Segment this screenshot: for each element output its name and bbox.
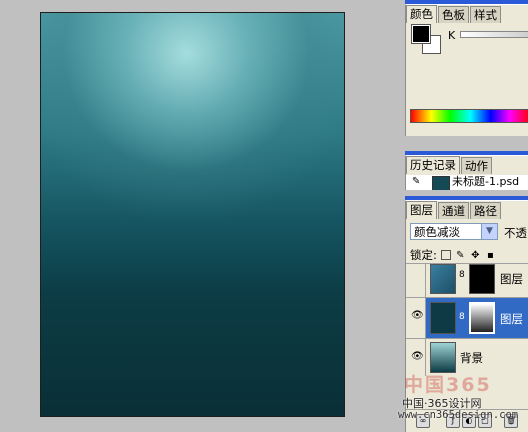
lock-label: 锁定: <box>410 248 437 262</box>
tab-layers[interactable]: 图层 <box>406 201 437 219</box>
k-channel-slider[interactable] <box>460 31 528 38</box>
color-panel: 颜色 色板 样式 K <box>405 4 528 136</box>
snapshot-label: 未标题-1.psd <box>452 175 520 188</box>
document-canvas[interactable] <box>40 12 345 417</box>
lock-transparency-icon[interactable] <box>440 250 451 260</box>
tab-actions[interactable]: 动作 <box>461 157 492 174</box>
layer-row-selected[interactable]: 👁 8 图层 <box>406 297 528 338</box>
snapshot-thumbnail <box>432 176 450 190</box>
history-snapshot-row[interactable]: ✎ 未标题-1.psd <box>406 175 528 190</box>
layer-name[interactable]: 图层 <box>500 311 523 327</box>
eye-icon: 👁 <box>411 310 424 321</box>
history-panel-tabs: 历史记录 动作 <box>406 156 528 174</box>
layer-thumbnail <box>430 264 456 294</box>
chevron-down-icon[interactable]: ▼ <box>481 224 497 239</box>
link-icon[interactable]: 8 <box>459 312 465 322</box>
layer-thumbnail <box>430 302 456 334</box>
watermark-logo: 中国365 <box>404 374 492 396</box>
watermark-line2: www.cn365design.com <box>398 409 519 421</box>
blend-mode-value: 颜色减淡 <box>414 225 460 239</box>
color-ramp[interactable] <box>410 109 528 123</box>
link-icon[interactable]: 8 <box>459 270 465 280</box>
visibility-toggle[interactable]: 👁 <box>406 298 426 338</box>
layer-row[interactable]: 8 图层 <box>406 263 528 297</box>
lock-move-icon[interactable]: ✥ <box>470 250 481 261</box>
layers-panel-tabs: 图层 通道 路径 <box>406 201 528 219</box>
layer-name[interactable]: 背景 <box>460 350 483 366</box>
foreground-color-swatch[interactable] <box>411 24 431 44</box>
blend-mode-select[interactable]: 颜色减淡 ▼ <box>410 223 498 240</box>
history-brush-icon[interactable]: ✎ <box>412 177 422 187</box>
tab-channels[interactable]: 通道 <box>438 202 469 219</box>
lock-all-icon[interactable]: ▪ <box>485 250 496 261</box>
lock-paint-icon[interactable]: ✎ <box>455 250 466 261</box>
tab-paths[interactable]: 路径 <box>470 202 501 219</box>
opacity-label: 不透 <box>504 226 527 240</box>
tab-history[interactable]: 历史记录 <box>406 156 460 174</box>
eye-icon: 👁 <box>411 351 424 362</box>
tab-color[interactable]: 颜色 <box>406 5 437 23</box>
mask-thumbnail[interactable] <box>469 302 495 334</box>
tab-swatches[interactable]: 色板 <box>438 6 469 23</box>
visibility-toggle[interactable] <box>406 264 426 297</box>
tab-styles[interactable]: 样式 <box>470 6 501 23</box>
layer-thumbnail <box>430 342 456 373</box>
color-panel-tabs: 颜色 色板 样式 <box>406 5 528 23</box>
mask-thumbnail[interactable] <box>469 264 495 294</box>
lock-row: 锁定: ✎ ✥ ▪ <box>410 247 496 263</box>
history-panel: 历史记录 动作 ✎ 未标题-1.psd <box>405 155 528 190</box>
layer-name[interactable]: 图层 <box>500 271 523 287</box>
channel-label: K <box>448 29 456 42</box>
